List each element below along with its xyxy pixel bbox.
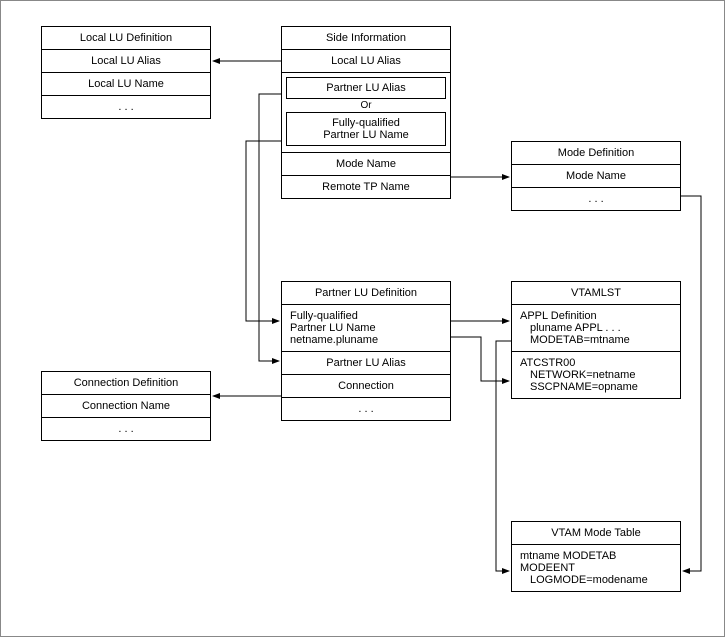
side-info-local-lu-alias: Local LU Alias <box>282 50 450 73</box>
side-information-box: Side Information Local LU Alias Partner … <box>281 26 451 199</box>
side-info-mode-name: Mode Name <box>282 153 450 176</box>
partner-lu-fq-line3: netname.pluname <box>290 334 442 346</box>
local-lu-alias-row: Local LU Alias <box>42 50 210 73</box>
side-info-title: Side Information <box>282 27 450 50</box>
partner-lu-ellipsis: . . . <box>282 398 450 420</box>
conn-def-title: Connection Definition <box>42 372 210 395</box>
local-lu-definition-box: Local LU Definition Local LU Alias Local… <box>41 26 211 119</box>
partner-lu-connection: Connection <box>282 375 450 398</box>
local-lu-title: Local LU Definition <box>42 27 210 50</box>
side-info-or: Or <box>286 99 446 112</box>
conn-def-name: Connection Name <box>42 395 210 418</box>
vtamlst-title: VTAMLST <box>512 282 680 305</box>
side-info-partner-section: Partner LU Alias Or Fully-qualified Part… <box>282 73 450 153</box>
mode-definition-box: Mode Definition Mode Name . . . <box>511 141 681 211</box>
vtamlst-atcstr-line3: SSCPNAME=opname <box>520 381 672 393</box>
diagram-canvas: Local LU Definition Local LU Alias Local… <box>0 0 725 637</box>
local-lu-ellipsis: . . . <box>42 96 210 118</box>
side-info-fq-partner: Fully-qualified Partner LU Name <box>286 112 446 146</box>
mode-def-mode-name: Mode Name <box>512 165 680 188</box>
side-info-remote-tp: Remote TP Name <box>282 176 450 198</box>
side-info-fq-line1: Fully-qualified <box>295 117 437 129</box>
vtamlst-atcstr-line2: NETWORK=netname <box>520 369 672 381</box>
vtamlst-atcstr: ATCSTR00 NETWORK=netname SSCPNAME=opname <box>512 352 680 398</box>
vtam-mode-line2: MODEENT <box>520 562 672 574</box>
partner-lu-fq: Fully-qualified Partner LU Name netname.… <box>282 305 450 352</box>
conn-def-ellipsis: . . . <box>42 418 210 440</box>
vtam-mode-line1: mtname MODETAB <box>520 550 672 562</box>
partner-lu-title: Partner LU Definition <box>282 282 450 305</box>
local-lu-name-row: Local LU Name <box>42 73 210 96</box>
vtamlst-appl-line3: MODETAB=mtname <box>520 334 672 346</box>
vtam-mode-table-box: VTAM Mode Table mtname MODETAB MODEENT L… <box>511 521 681 592</box>
vtam-mode-title: VTAM Mode Table <box>512 522 680 545</box>
side-info-fq-line2: Partner LU Name <box>295 129 437 141</box>
vtam-mode-line3: LOGMODE=modename <box>520 574 672 586</box>
mode-def-ellipsis: . . . <box>512 188 680 210</box>
partner-lu-definition-box: Partner LU Definition Fully-qualified Pa… <box>281 281 451 421</box>
vtamlst-appl-line2: pluname APPL . . . <box>520 322 672 334</box>
partner-lu-fq-line1: Fully-qualified <box>290 310 442 322</box>
connection-definition-box: Connection Definition Connection Name . … <box>41 371 211 441</box>
vtamlst-appl: APPL Definition pluname APPL . . . MODET… <box>512 305 680 352</box>
vtam-mode-body: mtname MODETAB MODEENT LOGMODE=modename <box>512 545 680 591</box>
partner-lu-alias: Partner LU Alias <box>282 352 450 375</box>
mode-def-title: Mode Definition <box>512 142 680 165</box>
vtamlst-appl-line1: APPL Definition <box>520 310 672 322</box>
vtamlst-box: VTAMLST APPL Definition pluname APPL . .… <box>511 281 681 399</box>
partner-lu-fq-line2: Partner LU Name <box>290 322 442 334</box>
vtamlst-atcstr-line1: ATCSTR00 <box>520 357 672 369</box>
side-info-partner-lu-alias: Partner LU Alias <box>286 77 446 99</box>
